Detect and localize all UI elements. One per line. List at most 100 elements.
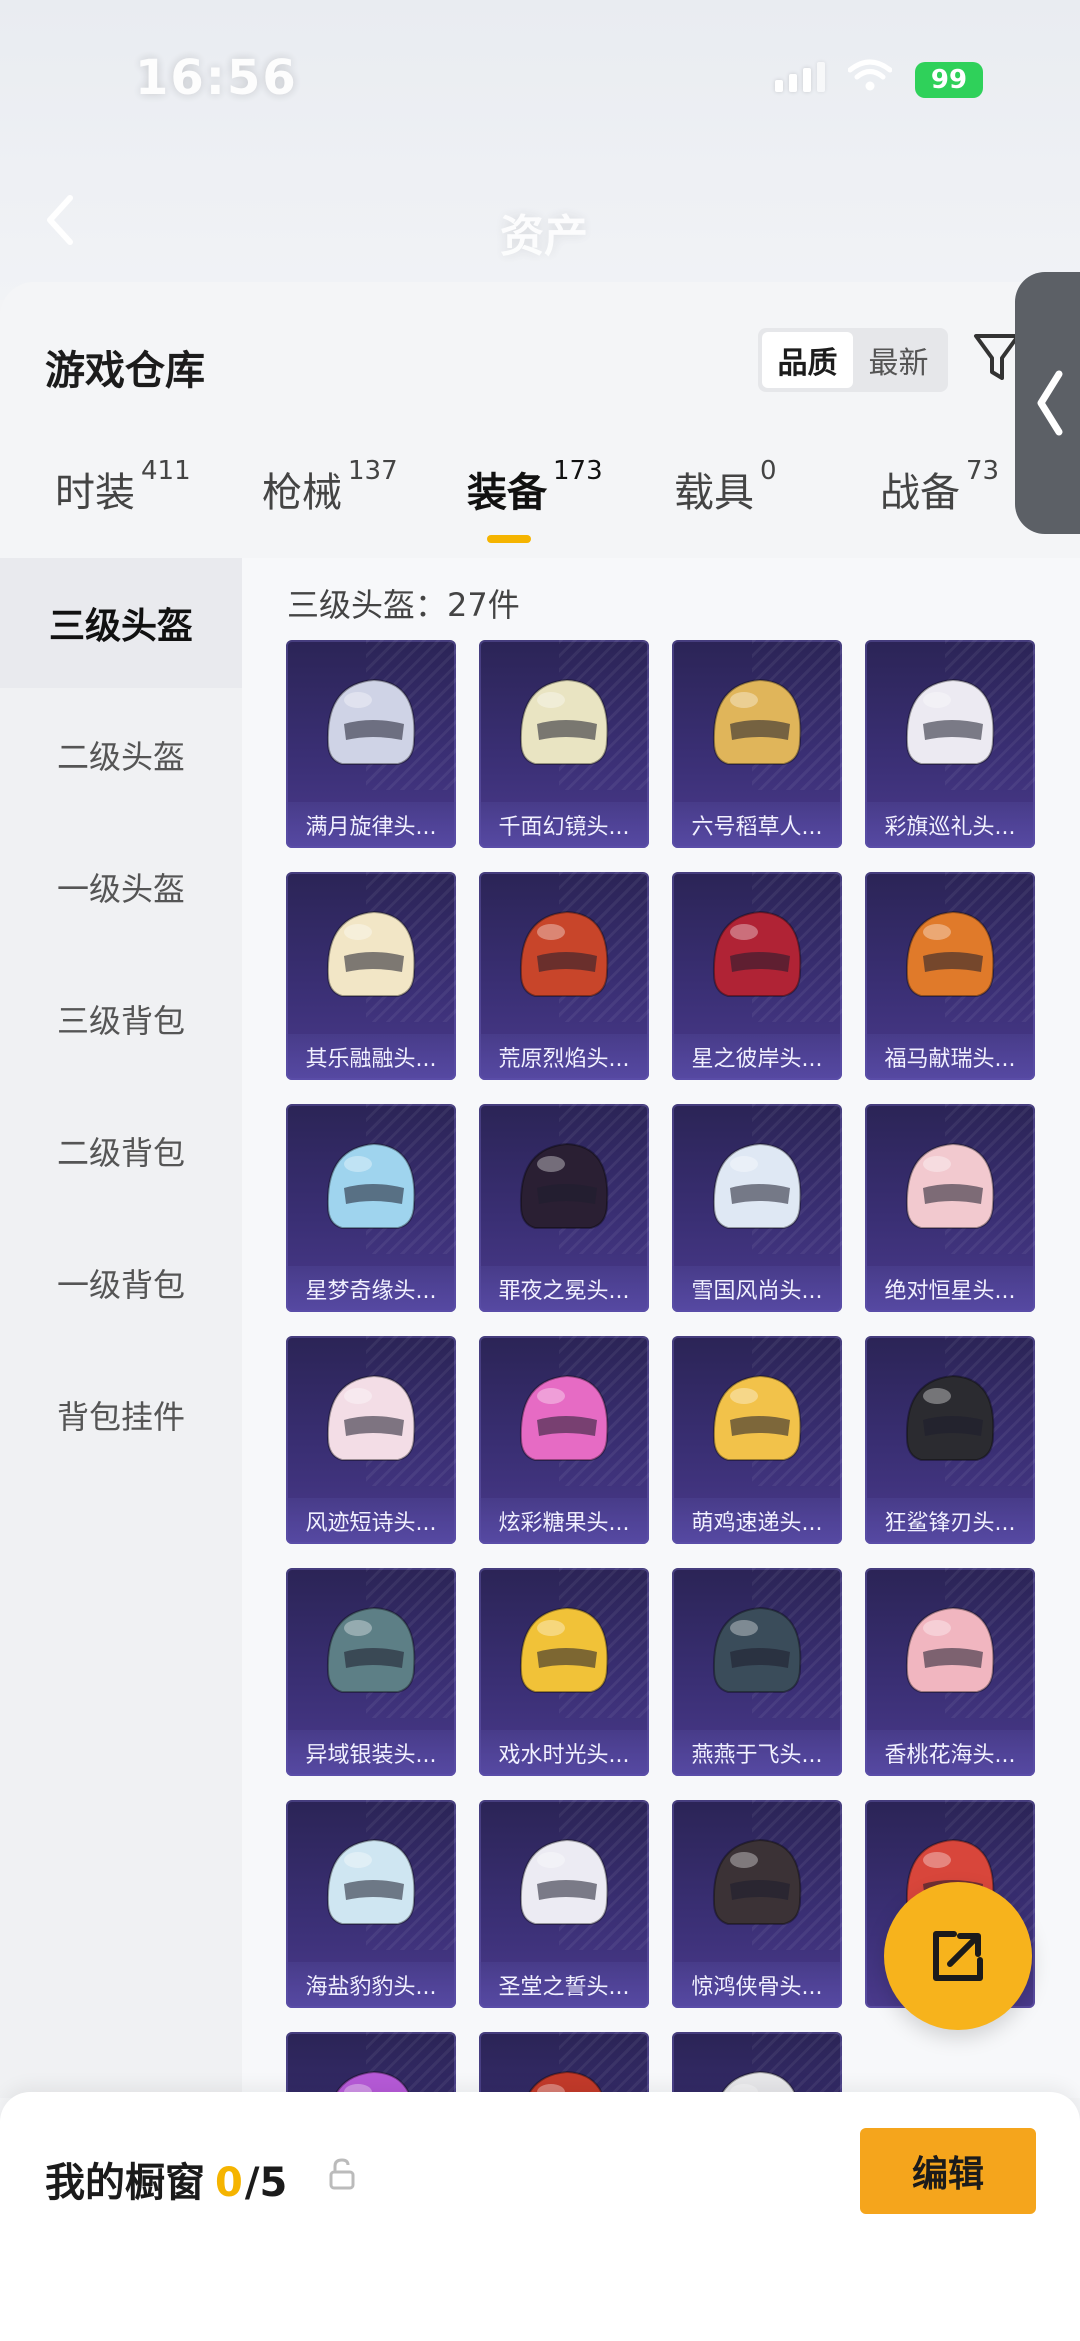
share-button[interactable]	[884, 1882, 1032, 2030]
wifi-icon	[848, 59, 892, 91]
item-name: 千面幻镜头...	[479, 802, 649, 848]
showcase-current-count: 0	[215, 2160, 243, 2206]
sidebar-item-backpack-charm[interactable]: 背包挂件	[0, 1350, 242, 1480]
helmet-icon	[519, 1374, 609, 1461]
helmet-icon	[712, 1142, 802, 1229]
helmet-icon	[326, 910, 416, 997]
tab-label: 战备	[880, 470, 960, 516]
item-name: 星之彼岸头...	[672, 1034, 842, 1080]
helmet-icon	[519, 1838, 609, 1925]
item-card[interactable]: 狂鲨锋刃头...	[865, 1336, 1035, 1544]
item-name: 罪夜之冕头...	[479, 1266, 649, 1312]
sidebar-item-level2-helmet[interactable]: 二级头盔	[0, 690, 242, 820]
sidebar-item-level1-helmet[interactable]: 一级头盔	[0, 822, 242, 952]
item-card[interactable]: 风迹短诗头...	[286, 1336, 456, 1544]
item-card[interactable]: 千面幻镜头...	[479, 640, 649, 848]
sort-newest-button[interactable]: 最新	[853, 332, 944, 388]
helmet-icon	[519, 1606, 609, 1693]
item-name: 六号稻草人...	[672, 802, 842, 848]
tab-count: 411	[141, 456, 191, 486]
sidebar-item-level2-backpack[interactable]: 二级背包	[0, 1086, 242, 1216]
tab-fashion[interactable]: 时装 411	[55, 456, 191, 518]
helmet-icon	[519, 1142, 609, 1229]
lock-icon	[329, 2158, 355, 2190]
showcase-label: 我的橱窗 0 /5	[45, 2150, 287, 2208]
tab-label: 载具	[674, 470, 754, 516]
item-name: 满月旋律头...	[286, 802, 456, 848]
item-card[interactable]: 星之彼岸头...	[672, 872, 842, 1080]
tab-guns[interactable]: 枪械 137	[262, 456, 398, 518]
item-card[interactable]: 星梦奇缘头...	[286, 1104, 456, 1312]
item-card[interactable]: 香桃花海头...	[865, 1568, 1035, 1776]
item-name: 星梦奇缘头...	[286, 1266, 456, 1312]
status-time: 16:56	[135, 50, 298, 106]
tab-count: 137	[348, 456, 398, 486]
item-name: 海盐豹豹头...	[286, 1962, 456, 2008]
item-card[interactable]: 绝对恒星头...	[865, 1104, 1035, 1312]
warehouse-title: 游戏仓库	[45, 348, 205, 394]
item-name: 其乐融融头...	[286, 1034, 456, 1080]
sort-quality-button[interactable]: 品质	[762, 332, 853, 388]
tab-count: 173	[553, 456, 603, 486]
item-name: 风迹短诗头...	[286, 1498, 456, 1544]
sidebar-item-level3-backpack[interactable]: 三级背包	[0, 954, 242, 1084]
tab-label: 枪械	[262, 470, 342, 516]
tab-supplies[interactable]: 战备 73	[880, 456, 999, 518]
showcase-title: 我的橱窗	[45, 2160, 205, 2206]
helmet-icon	[905, 1142, 995, 1229]
item-name: 萌鸡速递头...	[672, 1498, 842, 1544]
item-card[interactable]: 异域银装头...	[286, 1568, 456, 1776]
sidebar-item-level3-helmet[interactable]: 三级头盔	[0, 558, 242, 688]
item-card[interactable]: 荒原烈焰头...	[479, 872, 649, 1080]
tab-count: 0	[760, 456, 777, 486]
item-card[interactable]: 燕燕于飞头...	[672, 1568, 842, 1776]
helmet-icon	[712, 1374, 802, 1461]
active-tab-indicator	[487, 535, 531, 543]
item-name: 燕燕于飞头...	[672, 1730, 842, 1776]
helmet-icon	[326, 1606, 416, 1693]
helmet-icon	[905, 1606, 995, 1693]
section-title: 三级头盔：27件	[287, 586, 520, 624]
helmet-icon	[326, 1838, 416, 1925]
helmet-icon	[712, 910, 802, 997]
item-name: 福马献瑞头...	[865, 1034, 1035, 1080]
item-name: 彩旗巡礼头...	[865, 802, 1035, 848]
helmet-icon	[905, 1374, 995, 1461]
item-card[interactable]: 圣堂之誓头...	[479, 1800, 649, 2008]
chevron-left-icon	[1037, 370, 1063, 436]
helmet-icon	[712, 1838, 802, 1925]
item-card[interactable]: 福马献瑞头...	[865, 872, 1035, 1080]
item-card[interactable]: 罪夜之冕头...	[479, 1104, 649, 1312]
item-card[interactable]: 惊鸿侠骨头...	[672, 1800, 842, 2008]
item-name: 香桃花海头...	[865, 1730, 1035, 1776]
edit-button[interactable]: 编辑	[860, 2128, 1036, 2214]
helmet-icon	[712, 678, 802, 765]
helmet-icon	[519, 910, 609, 997]
item-name: 雪国风尚头...	[672, 1266, 842, 1312]
page-title: 资产	[500, 211, 588, 262]
item-name: 狂鲨锋刃头...	[865, 1498, 1035, 1544]
item-card[interactable]: 戏水时光头...	[479, 1568, 649, 1776]
item-card[interactable]: 彩旗巡礼头...	[865, 640, 1035, 848]
helmet-icon	[712, 1606, 802, 1693]
tab-label: 装备	[467, 470, 547, 516]
tab-label: 时装	[55, 470, 135, 516]
item-card[interactable]: 其乐融融头...	[286, 872, 456, 1080]
helmet-icon	[905, 910, 995, 997]
sidebar-item-level1-backpack[interactable]: 一级背包	[0, 1218, 242, 1348]
tab-equipment[interactable]: 装备 173	[467, 456, 603, 518]
subcategory-sidebar: 三级头盔 二级头盔 一级头盔 三级背包 二级背包 一级背包 背包挂件	[0, 558, 242, 2098]
back-arrow-icon[interactable]	[40, 190, 80, 250]
tab-vehicles[interactable]: 载具 0	[674, 456, 777, 518]
item-card[interactable]: 海盐豹豹头...	[286, 1800, 456, 2008]
item-card[interactable]: 炫彩糖果头...	[479, 1336, 649, 1544]
item-card[interactable]: 萌鸡速递头...	[672, 1336, 842, 1544]
item-card[interactable]: 六号稻草人...	[672, 640, 842, 848]
item-name: 炫彩糖果头...	[479, 1498, 649, 1544]
item-name: 荒原烈焰头...	[479, 1034, 649, 1080]
item-card[interactable]: 雪国风尚头...	[672, 1104, 842, 1312]
helmet-icon	[326, 1142, 416, 1229]
battery-level: 99	[930, 65, 968, 95]
item-card[interactable]: 满月旋律头...	[286, 640, 456, 848]
item-name: 圣堂之誓头...	[479, 1962, 649, 2008]
